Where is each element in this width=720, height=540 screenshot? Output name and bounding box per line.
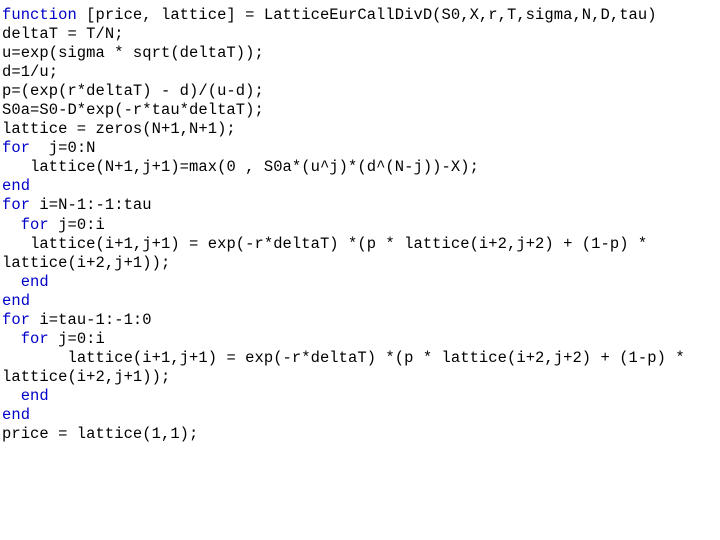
- code-line: price = lattice(1,1);: [2, 425, 720, 444]
- code-keyword: end: [20, 386, 49, 405]
- code-keyword: for: [2, 139, 31, 158]
- code-line: lattice(N+1,j+1)=max(0 , S0a*(u^j)*(d^(N…: [2, 158, 720, 177]
- code-text: i=tau-1:-1:0: [30, 310, 152, 329]
- code-keyword: for: [20, 215, 49, 234]
- code-text: j=0:i: [48, 329, 105, 348]
- code-text: lattice = zeros(N+1,N+1);: [2, 120, 236, 139]
- code-line: S0a=S0-D*exp(-r*tau*deltaT);: [2, 101, 720, 120]
- code-keyword: for: [2, 310, 31, 329]
- code-text: j=0:N: [30, 139, 96, 158]
- code-text: p=(exp(r*deltaT) - d)/(u-d);: [2, 82, 264, 101]
- code-text: lattice(i+2,j+1));: [2, 253, 171, 272]
- code-text: u=exp(sigma * sqrt(deltaT));: [2, 44, 264, 63]
- code-keyword: end: [2, 177, 31, 196]
- code-text: j=0:i: [48, 215, 105, 234]
- code-keyword: for: [2, 196, 31, 215]
- code-line: end: [2, 177, 720, 196]
- code-line: function [price, lattice] = LatticeEurCa…: [2, 6, 720, 25]
- code-line: for j=0:N: [2, 139, 720, 158]
- code-text: d=1/u;: [2, 63, 59, 82]
- code-text: lattice(N+1,j+1)=max(0 , S0a*(u^j)*(d^(N…: [30, 158, 479, 177]
- code-line: for j=0:i: [2, 216, 720, 235]
- code-line: for i=tau-1:-1:0: [2, 311, 720, 330]
- code-text: S0a=S0-D*exp(-r*tau*deltaT);: [2, 101, 264, 120]
- code-line: lattice(i+2,j+1));: [2, 254, 720, 273]
- code-listing: function [price, lattice] = LatticeEurCa…: [0, 0, 720, 540]
- code-line: end: [2, 406, 720, 425]
- code-keyword: function: [2, 6, 77, 24]
- code-text: lattice(i+2,j+1));: [2, 367, 171, 386]
- code-line: d=1/u;: [2, 63, 720, 82]
- code-line: u=exp(sigma * sqrt(deltaT));: [2, 44, 720, 63]
- code-text: deltaT = T/N;: [2, 25, 124, 44]
- code-keyword: end: [20, 272, 49, 291]
- code-line: p=(exp(r*deltaT) - d)/(u-d);: [2, 82, 720, 101]
- code-text: [price, lattice] = LatticeEurCallDivD(S0…: [76, 6, 657, 24]
- code-line: for i=N-1:-1:tau: [2, 196, 720, 215]
- code-line: lattice = zeros(N+1,N+1);: [2, 120, 720, 139]
- code-text: lattice(i+1,j+1) = exp(-r*deltaT) *(p * …: [67, 348, 685, 367]
- code-text: lattice(i+1,j+1) = exp(-r*deltaT) *(p * …: [30, 234, 648, 253]
- code-line: deltaT = T/N;: [2, 25, 720, 44]
- code-line: lattice(i+1,j+1) = exp(-r*deltaT) *(p * …: [2, 349, 720, 368]
- code-keyword: end: [2, 405, 31, 424]
- code-line: for j=0:i: [2, 330, 720, 349]
- code-line: end: [2, 387, 720, 406]
- code-keyword: for: [20, 329, 49, 348]
- code-line: lattice(i+1,j+1) = exp(-r*deltaT) *(p * …: [2, 235, 720, 254]
- code-line: end: [2, 292, 720, 311]
- code-keyword: end: [2, 291, 31, 310]
- code-line: lattice(i+2,j+1));: [2, 368, 720, 387]
- code-line: end: [2, 273, 720, 292]
- code-text: price = lattice(1,1);: [2, 425, 199, 444]
- code-text: i=N-1:-1:tau: [30, 196, 152, 215]
